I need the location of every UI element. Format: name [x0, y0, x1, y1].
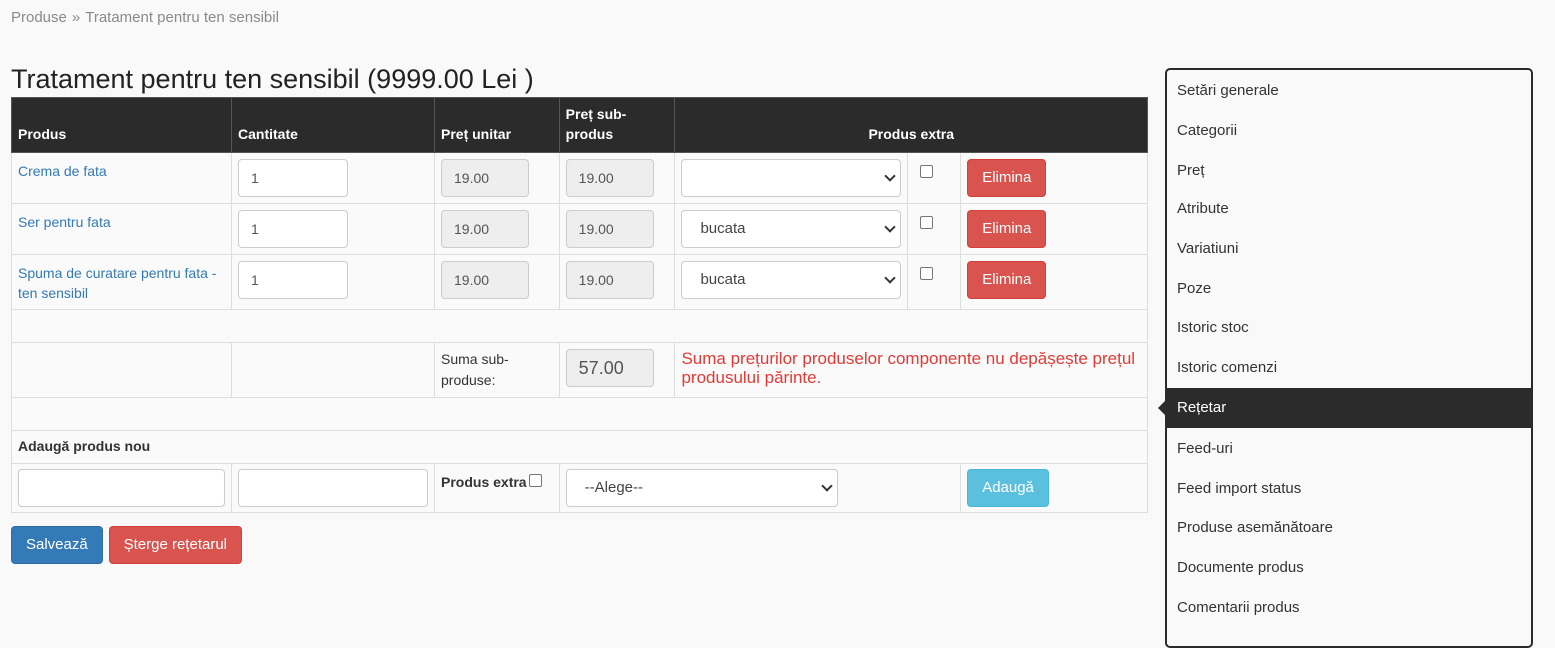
- recipe-table: Produs Cantitate Preț unitar Preț sub-pr…: [11, 97, 1148, 513]
- new-product-input[interactable]: [18, 469, 225, 507]
- chevron-down-icon: [884, 170, 897, 182]
- add-row: Produs extra --Alege-- Adaugă: [11, 463, 1148, 513]
- sum-row: Suma sub-produse: 57.00 Suma prețurilor …: [11, 342, 1148, 398]
- table-row: Ser pentru fata 1 19.00 19.00 bucata Eli…: [11, 203, 1148, 255]
- new-unit-select-value: --Alege--: [584, 479, 644, 496]
- extra-checkbox[interactable]: [920, 216, 934, 229]
- breadcrumb: Produse» Tratament pentru ten sensibil: [11, 9, 279, 26]
- sidebar-item-attributes[interactable]: Atribute: [1167, 189, 1531, 229]
- sidebar-item-stock-history[interactable]: Istoric stoc: [1167, 308, 1531, 348]
- sidebar-item-feed-import-status[interactable]: Feed import status: [1167, 469, 1531, 509]
- product-link[interactable]: Spuma de curatare pentru fata - ten sens…: [18, 263, 225, 303]
- sidebar-item-photos[interactable]: Poze: [1167, 269, 1531, 309]
- sub-price-field: 19.00: [565, 210, 654, 248]
- breadcrumb-current: Tratament pentru ten sensibil: [85, 9, 279, 26]
- unit-select-value: bucata: [700, 220, 746, 237]
- sidebar-item-recipe-label: Rețetar: [1177, 399, 1227, 416]
- sum-label: Suma sub-produse:: [434, 342, 560, 398]
- unit-select-value: bucata: [700, 271, 746, 288]
- unit-price-field: 19.00: [441, 261, 529, 299]
- table-row: Crema de fata 1 19.00 19.00 Elimina: [11, 152, 1148, 204]
- sidebar-item-recipe[interactable]: Rețetar: [1158, 388, 1531, 428]
- sidebar-item-product-comments[interactable]: Comentarii produs: [1167, 588, 1531, 628]
- sidebar-item-product-documents[interactable]: Documente produs: [1167, 548, 1531, 588]
- unit-price-field: 19.00: [441, 159, 529, 197]
- sub-price-field: 19.00: [565, 261, 654, 299]
- quantity-input[interactable]: 1: [238, 261, 348, 299]
- form-actions: Salvează Șterge rețetarul: [11, 526, 244, 564]
- header-unit-price: Preț unitar: [434, 97, 560, 153]
- sub-price-field: 19.00: [565, 159, 654, 197]
- extra-checkbox[interactable]: [920, 267, 934, 280]
- sidebar-item-similar-products[interactable]: Produse asemănătoare: [1167, 508, 1531, 548]
- extra-checkbox[interactable]: [920, 165, 934, 178]
- table-row: Spuma de curatare pentru fata - ten sens…: [11, 254, 1148, 310]
- sidebar-item-variations[interactable]: Variatiuni: [1167, 229, 1531, 269]
- product-sidebar: Setări generale Categorii Preț Atribute …: [1158, 68, 1533, 648]
- new-extra-checkbox[interactable]: [528, 474, 542, 487]
- header-quantity: Cantitate: [231, 97, 435, 153]
- unit-select[interactable]: bucata: [681, 261, 902, 299]
- page-title: Tratament pentru ten sensibil (9999.00 L…: [11, 64, 534, 94]
- add-section-header: Adaugă produs nou: [11, 430, 1148, 464]
- header-sub-price: Preț sub-produs: [558, 97, 676, 153]
- header-extra: Produs extra: [674, 97, 1148, 153]
- product-link[interactable]: Crema de fata: [18, 161, 225, 181]
- unit-select[interactable]: [681, 159, 902, 197]
- remove-button[interactable]: Elimina: [967, 210, 1047, 248]
- active-pointer-icon: [1158, 400, 1166, 416]
- quantity-input[interactable]: 1: [238, 210, 348, 248]
- add-button[interactable]: Adaugă: [967, 469, 1049, 507]
- unit-price-field: 19.00: [441, 210, 529, 248]
- remove-button[interactable]: Elimina: [967, 159, 1047, 197]
- sum-field: 57.00: [565, 349, 654, 387]
- new-unit-select[interactable]: --Alege--: [565, 469, 838, 507]
- header-product: Produs: [11, 97, 232, 153]
- new-quantity-input[interactable]: [238, 469, 428, 507]
- spacer-row: [11, 397, 1148, 431]
- product-link[interactable]: Ser pentru fata: [18, 212, 225, 232]
- add-section-title: Adaugă produs nou: [11, 430, 1148, 464]
- new-extra-label: Produs extra: [441, 474, 527, 490]
- chevron-down-icon: [884, 272, 897, 284]
- save-button[interactable]: Salvează: [11, 526, 103, 564]
- remove-button[interactable]: Elimina: [967, 261, 1047, 299]
- sidebar-item-categories[interactable]: Categorii: [1167, 111, 1531, 151]
- sidebar-item-order-history[interactable]: Istoric comenzi: [1167, 348, 1531, 388]
- sidebar-item-general-settings[interactable]: Setări generale: [1167, 71, 1531, 111]
- breadcrumb-separator: »: [71, 9, 81, 26]
- spacer-row: [11, 309, 1148, 343]
- quantity-input[interactable]: 1: [238, 159, 348, 197]
- sidebar-item-price[interactable]: Preț: [1167, 151, 1531, 191]
- table-header-row: Produs Cantitate Preț unitar Preț sub-pr…: [11, 97, 1148, 153]
- unit-select[interactable]: bucata: [681, 210, 902, 248]
- price-warning: Suma prețurilor produselor componente nu…: [674, 342, 1148, 398]
- delete-recipe-button[interactable]: Șterge rețetarul: [108, 526, 242, 564]
- chevron-down-icon: [821, 480, 833, 492]
- breadcrumb-root[interactable]: Produse: [11, 9, 67, 26]
- sidebar-item-feeds[interactable]: Feed-uri: [1167, 429, 1531, 469]
- chevron-down-icon: [884, 221, 897, 233]
